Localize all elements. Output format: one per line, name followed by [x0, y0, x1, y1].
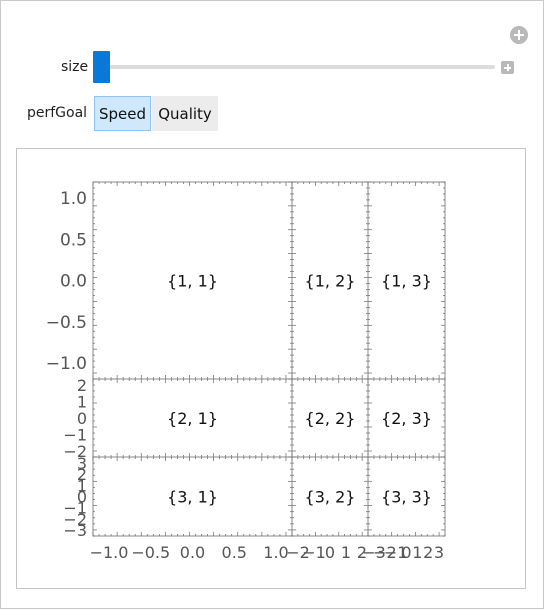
perfgoal-quality-button[interactable]: Quality [152, 96, 218, 131]
perfgoal-speed-button[interactable]: Speed [94, 96, 151, 131]
size-slider-track[interactable] [95, 65, 495, 69]
cell-label: {3, 1} [167, 488, 218, 507]
x-tick-label: 2 [423, 543, 433, 562]
cell-label: {1, 1} [167, 272, 218, 291]
y-tick-label: −1.0 [46, 354, 87, 374]
x-tick-label: −1 [302, 543, 326, 562]
cell-label: {1, 3} [381, 272, 432, 291]
x-tick-label: −0.5 [131, 543, 170, 562]
y-tick-label: −0.5 [46, 313, 87, 333]
output-frame: {1, 1} {1, 2} {1, 3} {2, 1} {2, 2} {2, 3} {3, … [16, 148, 526, 589]
slider-expand-icon[interactable] [501, 61, 514, 74]
y-tick-label: −3 [63, 521, 87, 540]
x-tick-label: −1.0 [90, 543, 129, 562]
y-tick-label: 0.0 [60, 272, 87, 292]
add-icon[interactable] [510, 26, 528, 44]
x-tick-label: 0 [325, 543, 335, 562]
cell-label: {3, 3} [381, 488, 432, 507]
y-tick-label: 0.5 [60, 230, 87, 250]
size-slider-thumb[interactable] [93, 51, 110, 83]
x-tick-label: 1 [341, 543, 351, 562]
cell-label: {2, 2} [305, 409, 356, 428]
size-label: size [61, 59, 89, 75]
x-tick-label: 1 [412, 543, 422, 562]
x-tick-label: 0.0 [180, 543, 205, 562]
x-tick-label: 1.0 [263, 543, 288, 562]
plot-grid: {1, 1} {1, 2} {1, 3} {2, 1} {2, 2} {2, 3} {3, … [46, 181, 446, 562]
x-tick-label: 0 [401, 543, 411, 562]
x-tick-label: 0.5 [222, 543, 247, 562]
cell-label: {3, 2} [305, 488, 356, 507]
y-tick-label: 1.0 [60, 189, 87, 209]
x-tick-label: 3 [434, 543, 444, 562]
cell-label: {2, 1} [167, 409, 218, 428]
perfgoal-label: perfGoal [27, 105, 88, 121]
manipulate-panel: size perfGoal Speed Quality {1, 1} {1, 2}… [0, 0, 544, 609]
cell-label: {2, 3} [381, 409, 432, 428]
cell-label: {1, 2} [305, 272, 356, 291]
